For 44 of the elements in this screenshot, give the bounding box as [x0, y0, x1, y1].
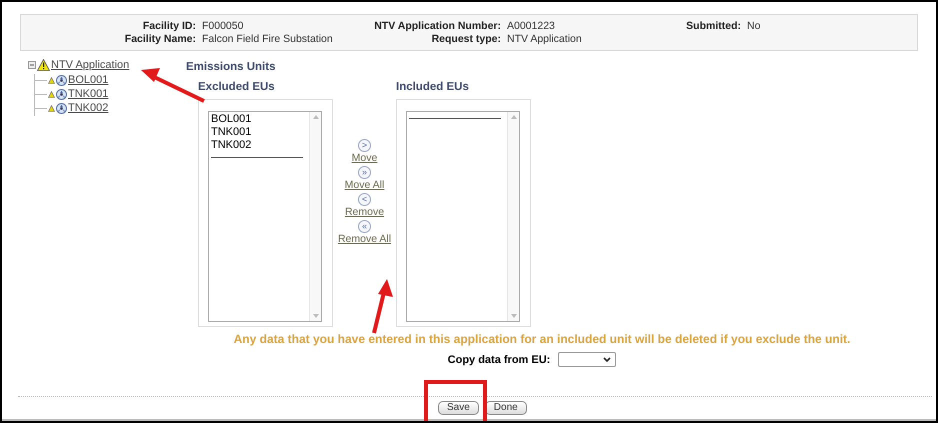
collapse-icon[interactable]	[28, 61, 36, 70]
tree-link[interactable]: NTV Application	[51, 57, 130, 74]
scroll-up-icon[interactable]	[510, 114, 516, 118]
copy-data-label: Copy data from EU:	[448, 352, 550, 368]
scroll-up-icon[interactable]	[312, 114, 318, 118]
move-link[interactable]: Remove All	[338, 233, 392, 246]
fan-icon	[56, 75, 67, 86]
list-label: Excluded EUs	[198, 80, 276, 96]
field-value: A0001223	[507, 20, 555, 33]
field-value: Falcon Field Fire Substation	[202, 33, 333, 46]
copy-data-dropdown[interactable]	[558, 352, 616, 368]
field-value: NTV Application	[507, 33, 582, 46]
list-option[interactable]: TNK002	[211, 138, 309, 152]
field-label: Submitted:	[685, 20, 741, 33]
fan-icon	[56, 89, 67, 100]
move-link[interactable]: Move	[352, 152, 378, 166]
highlight-frame	[424, 380, 487, 421]
annotation-arrow	[370, 278, 396, 334]
tree-link[interactable]: TNK002	[68, 100, 108, 117]
warning-message: Any data that you have entered in this application for an included unit will be deleted if you exclude the unit.	[234, 330, 850, 348]
chevron-down-icon	[603, 356, 612, 363]
field-label: Facility ID:	[142, 20, 196, 33]
scrollbar[interactable]	[309, 112, 321, 320]
scroll-down-icon[interactable]	[510, 314, 516, 318]
move-link[interactable]: Remove	[344, 206, 384, 220]
field-label: NTV Application Number:	[373, 20, 501, 33]
list-label: Included EUs	[396, 80, 470, 96]
field-label: Facility Name:	[124, 33, 196, 46]
list-box[interactable]: BOL001 TNK001 TNK002	[208, 110, 322, 322]
scrollbar[interactable]	[507, 112, 519, 320]
tree-link[interactable]: TNK001	[68, 86, 108, 103]
list-option[interactable]: BOL001	[211, 112, 309, 126]
field-value: F000050	[202, 20, 244, 33]
field-value: No	[747, 20, 760, 33]
fan-icon	[56, 103, 67, 114]
warning-icon	[37, 59, 50, 72]
section-title: Emissions Units	[186, 60, 276, 75]
action-button[interactable]: Done	[484, 401, 527, 415]
list-box[interactable]	[406, 110, 520, 322]
list-option[interactable]: TNK001	[211, 126, 309, 138]
move-link[interactable]: Move All	[344, 179, 384, 192]
scroll-down-icon[interactable]	[312, 314, 318, 318]
action-button[interactable]: Save	[438, 401, 479, 415]
tree-link[interactable]: BOL001	[68, 72, 108, 89]
